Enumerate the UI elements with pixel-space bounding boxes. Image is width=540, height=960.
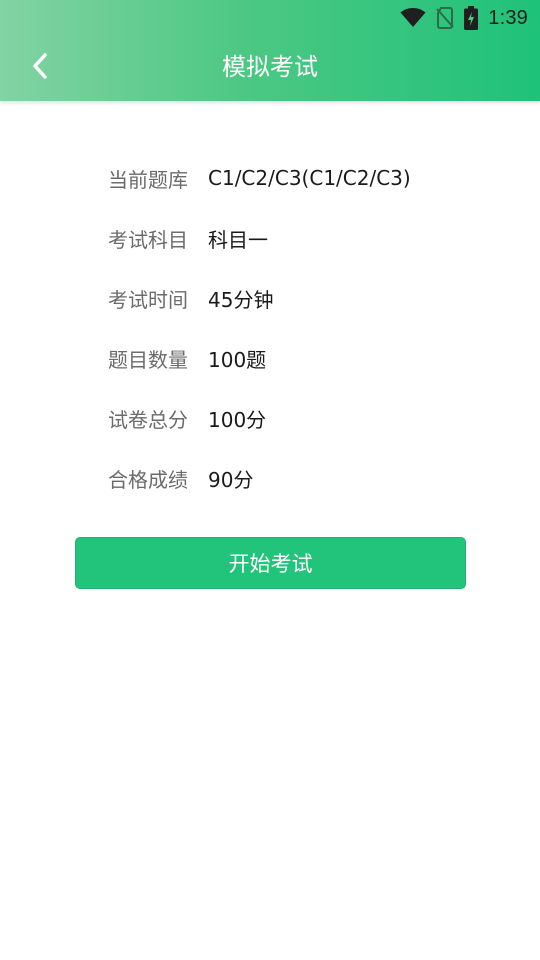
question-bank-label: 当前题库 [108, 167, 188, 192]
info-row-question-bank: 当前题库 C1/C2/C3(C1/C2/C3) [108, 148, 528, 208]
status-time: 1:39 [488, 6, 528, 29]
app-header: 1:39 模拟考试 [0, 0, 540, 101]
info-row-duration: 考试时间 45分钟 [108, 268, 528, 328]
status-bar: 1:39 [0, 0, 540, 36]
subject-value: 科目一 [208, 227, 268, 252]
wifi-icon [400, 8, 426, 28]
info-row-passing-score: 合格成绩 90分 [108, 448, 528, 508]
info-row-question-count: 题目数量 100题 [108, 328, 528, 388]
info-row-subject: 考试科目 科目一 [108, 208, 528, 268]
info-row-total-score: 试卷总分 100分 [108, 388, 528, 448]
status-icons: 1:39 [400, 6, 528, 30]
start-exam-button[interactable]: 开始考试 [75, 537, 466, 589]
battery-charging-icon [464, 6, 479, 30]
question-bank-value: C1/C2/C3(C1/C2/C3) [208, 166, 411, 190]
total-score-value: 100分 [208, 407, 267, 432]
passing-score-value: 90分 [208, 467, 254, 492]
duration-label: 考试时间 [108, 287, 188, 312]
back-button[interactable] [18, 44, 62, 88]
page-title: 模拟考试 [222, 53, 318, 81]
question-count-label: 题目数量 [108, 347, 188, 372]
exam-info-list: 当前题库 C1/C2/C3(C1/C2/C3) 考试科目 科目一 考试时间 45… [108, 148, 528, 508]
question-count-value: 100题 [208, 347, 267, 372]
passing-score-label: 合格成绩 [108, 467, 188, 492]
duration-value: 45分钟 [208, 287, 274, 312]
subject-label: 考试科目 [108, 227, 188, 252]
no-sim-icon [436, 7, 455, 29]
chevron-left-icon [30, 52, 50, 80]
total-score-label: 试卷总分 [108, 407, 188, 432]
